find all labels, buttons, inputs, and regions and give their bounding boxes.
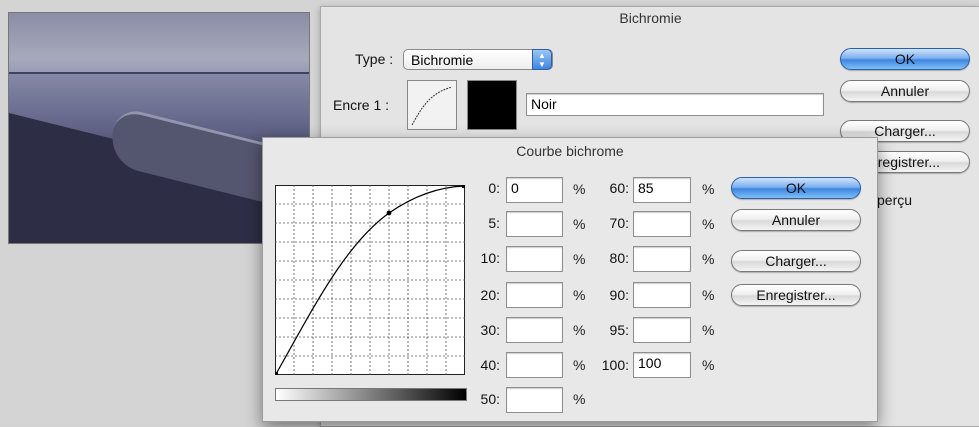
curve-save-button[interactable]: Enregistrer... [731,284,861,306]
curve-ok-button[interactable]: OK [731,177,861,199]
curve-load-button[interactable]: Charger... [731,250,861,272]
cancel-button[interactable]: Annuler [840,80,970,102]
field-input-20[interactable] [506,282,563,308]
percent-sign: % [573,287,586,303]
field-input-95[interactable] [633,317,691,343]
workspace: Bichromie Type : Bichromie ▲ ▼ Encre 1 : … [0,0,979,427]
field-input-90[interactable] [633,282,691,308]
field-label-100: 100: [601,357,629,373]
percent-sign: % [702,287,715,303]
field-label-20: 20: [480,287,500,303]
field-input-60[interactable]: 85 [633,177,691,203]
field-input-5[interactable] [506,211,563,237]
ink1-label: Encre 1 : [333,97,390,113]
field-input-50[interactable] [506,387,563,413]
field-input-80[interactable] [633,246,691,272]
percent-sign: % [702,181,715,197]
field-label-30: 30: [480,322,500,338]
ink1-curve-thumbnail [411,86,453,126]
percent-sign: % [573,322,586,338]
field-label-90: 90: [609,287,629,303]
percent-sign: % [702,216,715,232]
percent-sign: % [702,357,715,373]
dialog-title: Bichromie [619,10,682,26]
type-select-value: Bichromie [411,52,474,68]
field-label-10: 10: [480,250,500,266]
curve-cancel-button[interactable]: Annuler [731,209,861,231]
percent-sign: % [573,357,586,373]
percent-sign: % [702,322,715,338]
curve-dialog-title: Courbe bichrome [516,143,624,159]
field-label-0: 0: [488,180,500,196]
curve-graph[interactable] [275,185,465,375]
ink1-curve-swatch[interactable] [407,80,457,130]
field-label-40: 40: [480,357,500,373]
ok-button[interactable]: OK [840,48,970,70]
percent-sign: % [702,251,715,267]
percent-sign: % [573,251,586,267]
field-label-5: 5: [488,215,500,231]
percent-sign: % [573,181,586,197]
type-label: Type : [355,51,394,67]
field-input-70[interactable] [633,211,691,237]
percent-sign: % [573,391,586,407]
curve-point-60[interactable] [386,210,392,216]
curve-point-100[interactable] [462,185,465,188]
field-label-95: 95: [609,322,629,338]
field-label-60: 60: [609,180,629,196]
field-label-80: 80: [609,250,629,266]
duotone-curve-dialog: Courbe bichrome 0: 0 % 5: % 10: % 20: % … [262,137,878,422]
ink1-name-field[interactable]: Noir [526,93,824,116]
field-label-70: 70: [609,215,629,231]
percent-sign: % [573,216,586,232]
field-label-50: 50: [480,391,500,407]
field-input-0[interactable]: 0 [506,177,563,203]
gradient-ramp [275,388,467,401]
field-input-30[interactable] [506,317,563,343]
preview-label: perçu [877,192,913,208]
field-input-10[interactable] [506,246,563,272]
field-input-40[interactable] [506,352,563,378]
select-arrows-icon: ▲ ▼ [532,49,552,70]
type-select[interactable]: Bichromie ▲ ▼ [403,49,553,70]
horizon-line [9,72,309,74]
field-input-100[interactable]: 100 [633,352,691,378]
ink1-color-swatch[interactable] [467,80,517,130]
curve-point-0[interactable] [275,372,278,375]
